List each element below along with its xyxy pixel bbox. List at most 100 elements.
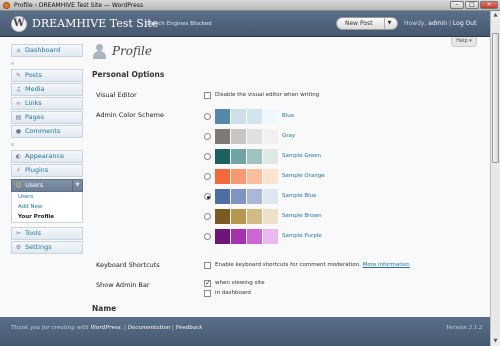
keyboard-shortcuts-label: Keyboard Shortcuts bbox=[96, 261, 160, 269]
menu-item-plugins[interactable]: ⚡ Plugins bbox=[11, 164, 83, 177]
color-scheme-option[interactable]: Sample Blue bbox=[204, 189, 334, 205]
menu-separator bbox=[11, 142, 17, 146]
color-swatch bbox=[215, 169, 230, 184]
minimize-button[interactable]: – bbox=[450, 1, 464, 9]
menu-label-dashboard: Dashboard bbox=[25, 46, 61, 54]
footer-thanks-text: Thank you for creating with bbox=[11, 325, 91, 331]
scroll-up-arrow-icon[interactable]: ▲ bbox=[491, 11, 500, 20]
color-swatch bbox=[263, 129, 278, 144]
menu-item-tools[interactable]: ✂ Tools bbox=[11, 227, 83, 240]
profile-user-icon bbox=[92, 44, 107, 59]
menu-label-settings: Settings bbox=[25, 243, 52, 251]
logout-link[interactable]: Log Out bbox=[453, 20, 477, 27]
menu-item-links[interactable]: ∞ Links bbox=[11, 97, 83, 110]
appearance-icon: ◐ bbox=[15, 153, 22, 160]
window-title-bar: Profile ‹ DREAMHIVE Test Site — WordPres… bbox=[0, 0, 500, 11]
menu-item-media[interactable]: ♫ Media bbox=[11, 83, 83, 96]
color-scheme-option[interactable]: Sample Orange bbox=[204, 169, 334, 185]
color-scheme-name[interactable]: Sample Orange bbox=[282, 173, 325, 179]
submenu-item-your-profile[interactable]: Your Profile bbox=[12, 212, 82, 222]
color-scheme-name[interactable]: Sample Blue bbox=[282, 193, 317, 199]
color-swatch bbox=[247, 189, 262, 204]
color-swatch bbox=[247, 209, 262, 224]
documentation-link[interactable]: Documentation bbox=[128, 325, 171, 331]
new-post-button[interactable]: New Post ▼ bbox=[336, 17, 398, 30]
admin-bar-front-checkbox[interactable] bbox=[204, 279, 211, 287]
color-scheme-name[interactable]: Sample Purple bbox=[282, 233, 322, 239]
color-scheme-radio[interactable] bbox=[204, 193, 211, 200]
color-swatch bbox=[247, 129, 262, 144]
show-admin-bar-label: Show Admin Bar bbox=[96, 281, 150, 289]
color-scheme-name[interactable]: Sample Green bbox=[282, 153, 321, 159]
menu-label-tools: Tools bbox=[25, 229, 42, 237]
menu-item-pages[interactable]: ▤ Pages bbox=[11, 111, 83, 124]
admin-color-scheme-label: Admin Color Scheme bbox=[96, 111, 164, 119]
menu-label-users: Users bbox=[25, 181, 44, 189]
username-link[interactable]: admin bbox=[428, 20, 447, 27]
settings-icon: ⚙ bbox=[15, 244, 22, 251]
new-post-label: New Post bbox=[345, 20, 373, 27]
disable-visual-editor-text: Disable the visual editor when writing bbox=[215, 92, 320, 98]
disable-visual-editor-checkbox[interactable] bbox=[204, 92, 211, 99]
color-scheme-radio[interactable] bbox=[204, 233, 211, 240]
scroll-down-arrow-icon[interactable]: ▼ bbox=[491, 337, 500, 346]
feedback-link[interactable]: Feedback bbox=[176, 325, 203, 331]
search-engines-blocked-notice[interactable]: Search Engines Blocked bbox=[146, 21, 212, 27]
color-swatch bbox=[263, 149, 278, 164]
chevron-down-icon[interactable]: ▼ bbox=[72, 180, 82, 191]
chevron-down-icon[interactable]: ▼ bbox=[384, 18, 394, 29]
help-tab[interactable]: Help ▾ bbox=[451, 37, 477, 47]
color-swatch bbox=[215, 209, 230, 224]
menu-item-users[interactable]: ☺ Users ▼ bbox=[11, 179, 83, 192]
maximize-button[interactable]: □ bbox=[465, 1, 479, 9]
wordpress-logo-icon: W bbox=[11, 16, 27, 32]
color-scheme-name[interactable]: Sample Brown bbox=[282, 213, 322, 219]
browser-app-icon bbox=[3, 2, 10, 9]
color-swatch bbox=[247, 169, 262, 184]
footer-credits: Thank you for creating with WordPress. |… bbox=[11, 325, 202, 331]
color-scheme-name[interactable]: Blue bbox=[282, 113, 294, 119]
section-title-name: Name bbox=[92, 304, 117, 313]
close-button[interactable]: × bbox=[480, 1, 498, 9]
color-scheme-option[interactable]: Blue bbox=[204, 109, 334, 125]
vertical-scrollbar[interactable]: ▲ ▼ bbox=[490, 11, 500, 346]
color-scheme-radio[interactable] bbox=[204, 113, 211, 120]
color-scheme-radio[interactable] bbox=[204, 173, 211, 180]
menu-item-settings[interactable]: ⚙ Settings bbox=[11, 241, 83, 254]
plugin-icon: ⚡ bbox=[16, 167, 21, 174]
admin-footer: Thank you for creating with WordPress. |… bbox=[0, 317, 490, 346]
howdy-text: Howdy, bbox=[404, 20, 429, 27]
admin-bar-dashboard-checkbox[interactable] bbox=[204, 290, 211, 297]
menu-label-plugins: Plugins bbox=[25, 166, 49, 174]
submenu-item-add-new[interactable]: Add New bbox=[12, 202, 82, 212]
menu-item-comments[interactable]: ● Comments bbox=[11, 125, 83, 138]
menu-label-posts: Posts bbox=[25, 71, 42, 79]
menu-item-dashboard[interactable]: ⌂ Dashboard bbox=[11, 44, 83, 57]
comment-bubble-icon: ● bbox=[15, 128, 22, 135]
wordpress-link[interactable]: WordPress bbox=[91, 325, 121, 331]
color-scheme-radio[interactable] bbox=[204, 133, 211, 140]
color-swatch bbox=[215, 229, 230, 244]
color-scheme-radio[interactable] bbox=[204, 153, 211, 160]
color-swatch bbox=[231, 109, 246, 124]
more-information-link[interactable]: More information bbox=[363, 262, 410, 268]
color-scheme-radio[interactable] bbox=[204, 213, 211, 220]
color-scheme-option[interactable]: Gray bbox=[204, 129, 334, 145]
section-title-personal-options: Personal Options bbox=[92, 70, 165, 79]
color-swatch bbox=[263, 229, 278, 244]
color-scheme-option[interactable]: Sample Purple bbox=[204, 229, 334, 245]
menu-item-posts[interactable]: ✎ Posts bbox=[11, 69, 83, 82]
tools-icon: ✂ bbox=[15, 230, 22, 237]
site-title[interactable]: DREAMHIVE Test Site bbox=[32, 17, 158, 30]
menu-item-appearance[interactable]: ◐ Appearance bbox=[11, 150, 83, 163]
keyboard-shortcuts-checkbox[interactable] bbox=[204, 262, 211, 269]
color-scheme-name[interactable]: Gray bbox=[282, 133, 295, 139]
submenu-item-users[interactable]: Users bbox=[12, 192, 82, 202]
window-title: Profile ‹ DREAMHIVE Test Site — WordPres… bbox=[14, 2, 144, 9]
scrollbar-thumb[interactable] bbox=[492, 33, 499, 163]
color-scheme-option[interactable]: Sample Brown bbox=[204, 209, 334, 225]
color-scheme-option[interactable]: Sample Green bbox=[204, 149, 334, 165]
media-icon: ♫ bbox=[15, 86, 22, 93]
menu-label-appearance: Appearance bbox=[25, 152, 65, 160]
color-swatch bbox=[231, 169, 246, 184]
